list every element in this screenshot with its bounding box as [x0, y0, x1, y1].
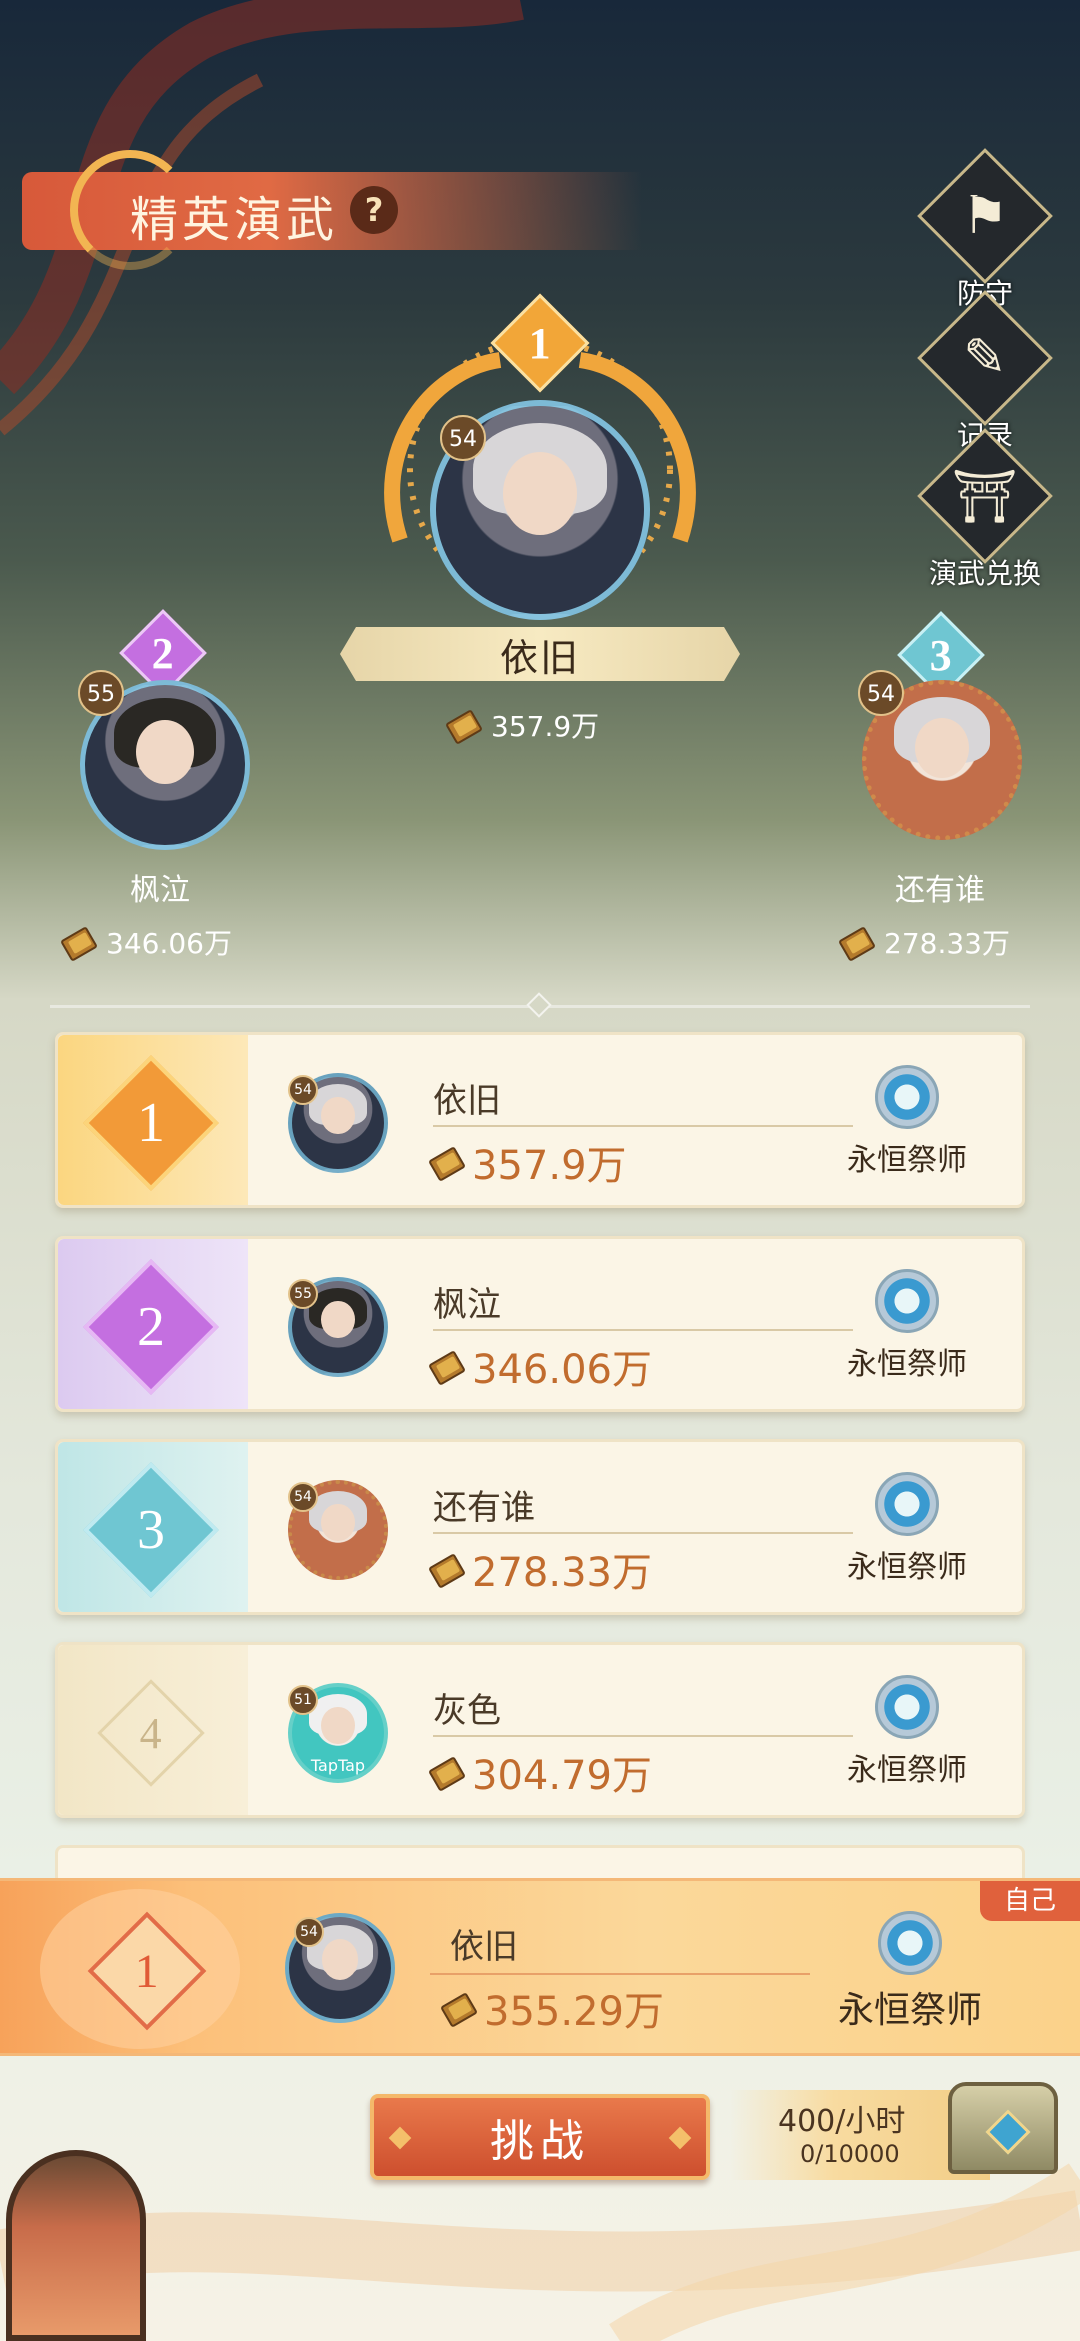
row-1-score: 357.9万	[428, 1133, 627, 1191]
ranking-row-4[interactable]: 4 TapTap 51 灰色 304.79万 永恒祭师	[55, 1642, 1025, 1818]
eternal-priest-icon	[875, 1675, 939, 1739]
row-2-level: 55	[288, 1279, 318, 1309]
podium-first-level: 54	[440, 415, 486, 461]
ranking-row-3[interactable]: 3 54 还有谁 278.33万 永恒祭师	[55, 1439, 1025, 1615]
row-1-title: 永恒祭师	[842, 1065, 972, 1179]
row-4-score: 304.79万	[428, 1743, 652, 1801]
eternal-priest-icon	[878, 1911, 942, 1975]
self-name: 依旧	[450, 1927, 518, 1967]
row-1-name: 依旧	[433, 1081, 501, 1121]
power-icon	[440, 1990, 476, 2026]
podium-first-name: 依旧	[499, 635, 580, 680]
podium-third-name: 还有谁	[895, 873, 985, 908]
row-3-score: 278.33万	[428, 1540, 652, 1598]
podium-second-level: 55	[78, 670, 124, 716]
help-button[interactable]: ?	[350, 186, 398, 234]
podium-second-score: 346.06万	[60, 922, 232, 962]
treasure-chest-icon[interactable]	[948, 2082, 1058, 2174]
challenge-button[interactable]: 挑战	[370, 2094, 710, 2180]
row-4-level: 51	[288, 1685, 318, 1715]
challenge-label: 挑战	[490, 2116, 590, 2167]
row-4-avatar-caption: TapTap	[310, 1756, 366, 1775]
lantern-decoration	[6, 2150, 146, 2341]
pavilion-icon: ⛩	[917, 428, 1053, 564]
reward-rate: 400/小时	[778, 2104, 906, 2139]
ranking-row-2[interactable]: 2 55 枫泣 346.06万 永恒祭师	[55, 1236, 1025, 1412]
exchange-button[interactable]: ⛩ 演武兑换	[910, 428, 1060, 592]
row-2-score: 346.06万	[428, 1337, 652, 1395]
podium-third-score: 278.33万	[838, 922, 1010, 962]
podium-third-level: 54	[858, 670, 904, 716]
row-3-level: 54	[288, 1482, 318, 1512]
eternal-priest-icon	[875, 1065, 939, 1129]
ranking-row-1[interactable]: 1 54 依旧 357.9万 永恒祭师	[55, 1032, 1025, 1208]
podium-first-name-plaque: 依旧	[340, 627, 740, 681]
row-2-name: 枫泣	[433, 1285, 501, 1325]
podium-first-score: 357.9万	[445, 705, 599, 745]
self-score: 355.29万	[440, 1979, 664, 2037]
podium-second-name: 枫泣	[130, 873, 190, 908]
row-4-name: 灰色	[433, 1691, 501, 1731]
power-icon	[838, 924, 874, 960]
self-title: 永恒祭师	[820, 1911, 1000, 2033]
podium-first-rank-badge: 1	[490, 293, 590, 393]
power-icon	[428, 1348, 464, 1384]
scroll-icon: ✎	[917, 290, 1053, 426]
power-icon	[428, 1144, 464, 1180]
self-ranking-row[interactable]: 自己 1 54 依旧 355.29万 永恒祭师	[0, 1878, 1080, 2056]
row-1-level: 54	[288, 1075, 318, 1105]
reward-cap: 0/10000	[800, 2140, 900, 2168]
eternal-priest-icon	[875, 1472, 939, 1536]
power-icon	[428, 1754, 464, 1790]
power-icon	[428, 1551, 464, 1587]
row-2-title: 永恒祭师	[842, 1269, 972, 1383]
eternal-priest-icon	[875, 1269, 939, 1333]
power-icon	[445, 707, 481, 743]
row-3-title: 永恒祭师	[842, 1472, 972, 1586]
row-4-title: 永恒祭师	[842, 1675, 972, 1789]
page-title: 精英演武	[130, 192, 339, 248]
row-3-name: 还有谁	[433, 1488, 535, 1528]
divider-ornament	[526, 992, 552, 1018]
self-level: 54	[294, 1917, 324, 1947]
flag-icon: ⚑	[917, 148, 1053, 284]
power-icon	[60, 924, 96, 960]
